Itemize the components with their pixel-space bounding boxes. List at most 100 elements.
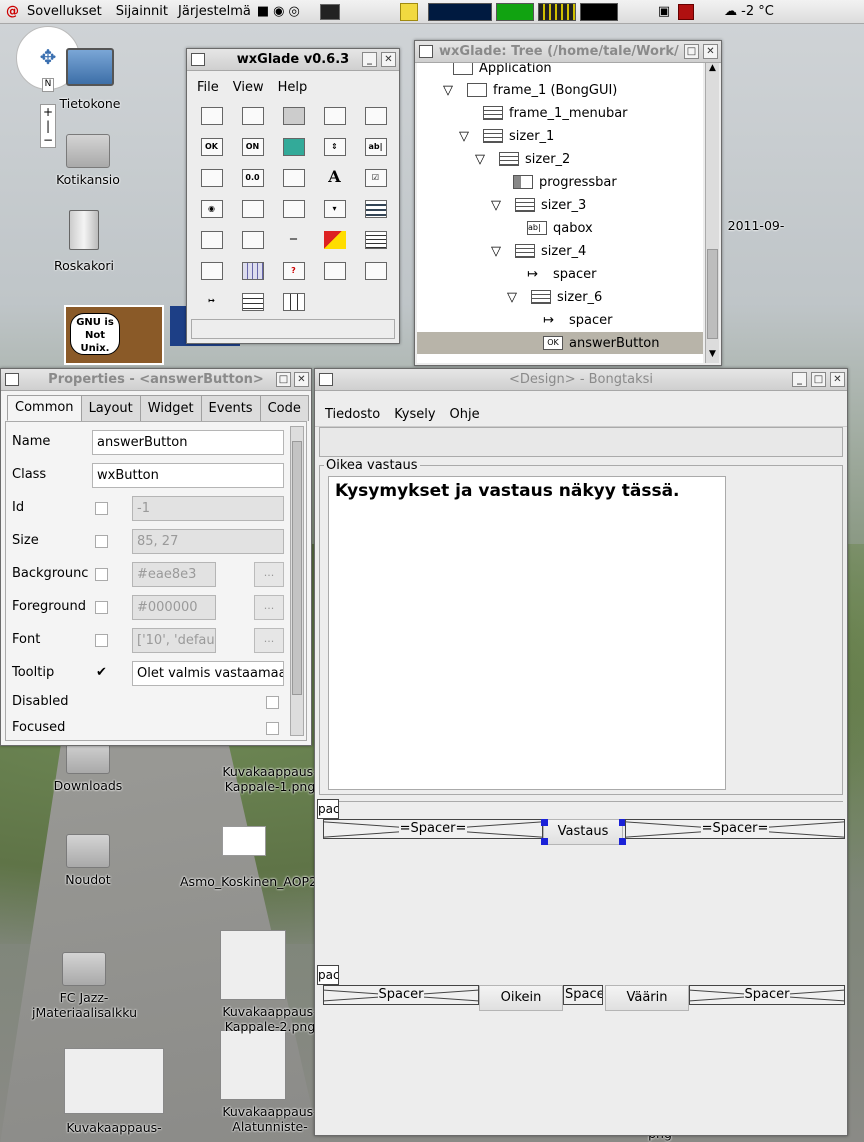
tab-common[interactable]: Common bbox=[7, 395, 82, 421]
tree-node-sizer-6[interactable]: ▽ sizer_6 bbox=[507, 286, 602, 308]
tree-node-sizer-4[interactable]: ▽ sizer_4 bbox=[491, 240, 586, 262]
thumbnail-screenshot-1[interactable] bbox=[220, 930, 286, 1000]
tree-scrollbar[interactable]: ▲ ▼ bbox=[705, 63, 719, 363]
disabled-checkbox[interactable] bbox=[266, 696, 279, 709]
add-treectrl-button[interactable] bbox=[200, 262, 223, 280]
spacer-right-1[interactable]: =Spacer= bbox=[625, 819, 845, 839]
network-icon[interactable]: ▣ bbox=[658, 4, 670, 19]
desktop-icon-home[interactable]: Kotikansio bbox=[38, 134, 138, 187]
menu-view[interactable]: View bbox=[233, 80, 264, 95]
selection-handle-bl[interactable] bbox=[541, 838, 548, 845]
tooltip-checkbox[interactable]: ✔ bbox=[95, 666, 108, 680]
menu-system[interactable]: Järjestelmä bbox=[178, 4, 251, 19]
selection-handle-tl[interactable] bbox=[541, 819, 548, 826]
terminal-icon[interactable] bbox=[319, 3, 340, 20]
design-titlebar[interactable]: <Design> - Bongtaksi _ □ ✕ bbox=[315, 369, 847, 391]
scroll-down-arrow-icon[interactable]: ▼ bbox=[706, 349, 719, 363]
add-textctrl-button[interactable]: ab| bbox=[364, 138, 387, 156]
desktop-file-kappale-2[interactable]: Kuvakaappaus-Kappale-2.png bbox=[218, 1004, 322, 1034]
desktop-file-kuvakaappaus[interactable]: Kuvakaappaus- bbox=[62, 1120, 166, 1135]
maximize-button[interactable]: □ bbox=[811, 372, 826, 387]
add-statusbar-button[interactable] bbox=[364, 262, 387, 280]
expand-arrow-icon[interactable]: ▽ bbox=[507, 290, 517, 305]
background-field[interactable]: #eae8e3 bbox=[132, 562, 216, 587]
tree-node-sizer-3[interactable]: ▽ sizer_3 bbox=[491, 194, 586, 216]
add-gauge-button[interactable]: 0.0 bbox=[241, 169, 264, 187]
add-spin-button[interactable]: ⇕ bbox=[323, 138, 346, 156]
add-bitmap-button[interactable] bbox=[282, 138, 305, 156]
expand-arrow-icon[interactable]: ▽ bbox=[459, 129, 469, 144]
focused-checkbox[interactable] bbox=[266, 722, 279, 735]
add-choicebox-button[interactable]: ▾ bbox=[323, 200, 346, 218]
id-checkbox[interactable] bbox=[95, 502, 108, 515]
thumbnail-screenshot-2[interactable] bbox=[220, 1030, 286, 1100]
background-checkbox[interactable] bbox=[95, 568, 108, 581]
tab-events[interactable]: Events bbox=[200, 395, 261, 421]
desktop-icon-trash[interactable]: Roskakori bbox=[34, 210, 134, 273]
tree-node-sizer-2[interactable]: ▽ sizer_2 bbox=[475, 148, 570, 170]
minimize-button[interactable]: _ bbox=[362, 52, 377, 67]
add-combobox-button[interactable] bbox=[282, 200, 305, 218]
add-grid-button[interactable] bbox=[241, 262, 264, 280]
add-slider-button[interactable] bbox=[282, 169, 305, 187]
tab-code[interactable]: Code bbox=[259, 395, 309, 421]
notes-icon[interactable] bbox=[399, 2, 418, 21]
tab-widget[interactable]: Widget bbox=[139, 395, 202, 421]
add-boxsizer-button[interactable] bbox=[241, 293, 264, 311]
foreground-checkbox[interactable] bbox=[95, 601, 108, 614]
minimize-button[interactable]: _ bbox=[792, 372, 807, 387]
desktop-file-2011[interactable]: 2011-09- bbox=[716, 218, 796, 233]
menu-file[interactable]: File bbox=[197, 80, 219, 95]
spacer-right-2[interactable]: Spacer bbox=[689, 985, 845, 1005]
close-button[interactable]: ✕ bbox=[830, 372, 845, 387]
tree-node-answer-button[interactable]: OK answerButton bbox=[417, 332, 703, 354]
power-icon[interactable] bbox=[678, 3, 695, 20]
add-radiobox-button[interactable] bbox=[241, 200, 264, 218]
spacer-left-1[interactable]: =Spacer= bbox=[323, 819, 543, 839]
desktop-icon-computer[interactable]: Tietokone bbox=[40, 48, 140, 111]
desktop-file-alatunniste[interactable]: Kuvakaappaus-Alatunniste- bbox=[218, 1104, 322, 1134]
expand-arrow-icon[interactable]: ▽ bbox=[491, 244, 501, 259]
add-listctrl-button[interactable] bbox=[364, 231, 387, 249]
tree-node-progressbar[interactable]: progressbar bbox=[513, 171, 617, 193]
close-button[interactable]: ✕ bbox=[381, 52, 396, 67]
palette-titlebar[interactable]: wxGlade v0.6.3 _ ✕ bbox=[187, 49, 399, 71]
tree-node-spacer-2[interactable]: ↦ spacer bbox=[543, 309, 612, 331]
add-toggle-button[interactable]: ON bbox=[241, 138, 264, 156]
menu-tiedosto[interactable]: Tiedosto bbox=[325, 407, 380, 422]
add-radiobutton-button[interactable]: ◉ bbox=[200, 200, 223, 218]
tree-node-application[interactable]: Application bbox=[453, 63, 552, 79]
add-choice-button[interactable] bbox=[200, 169, 223, 187]
add-frame-button[interactable] bbox=[200, 107, 223, 125]
add-listbox-button[interactable] bbox=[364, 200, 387, 218]
tree-node-frame[interactable]: ▽ frame_1 (BongGUI) bbox=[443, 79, 617, 101]
expand-arrow-icon[interactable]: ▽ bbox=[475, 152, 485, 167]
expand-arrow-icon[interactable]: ▽ bbox=[443, 83, 453, 98]
add-calendar-button[interactable] bbox=[200, 231, 223, 249]
vastaus-button[interactable]: Vastaus bbox=[543, 819, 623, 845]
id-field[interactable]: -1 bbox=[132, 496, 284, 521]
question-text-area[interactable]: Kysymykset ja vastaus näkyy tässä. bbox=[328, 476, 726, 790]
add-statictext-button[interactable]: A bbox=[324, 169, 346, 187]
desktop-icon-fc-jazz[interactable]: FC Jazz-jMateriaalisalkku bbox=[32, 952, 137, 1020]
foreground-picker-button[interactable]: ... bbox=[254, 595, 284, 620]
add-line-button[interactable]: — bbox=[283, 231, 305, 249]
class-field[interactable]: wxButton bbox=[92, 463, 284, 488]
maximize-button[interactable]: □ bbox=[684, 44, 699, 59]
add-datepicker-button[interactable] bbox=[241, 231, 264, 249]
selection-handle-br[interactable] bbox=[619, 838, 626, 845]
tree-node-spacer-1[interactable]: ↦ spacer bbox=[527, 263, 596, 285]
tooltip-field[interactable]: Olet valmis vastaamaa bbox=[132, 661, 284, 686]
weather-icon[interactable]: ☁ bbox=[724, 4, 737, 19]
add-button-button[interactable]: OK bbox=[200, 138, 223, 156]
vaarin-button[interactable]: Väärin bbox=[605, 985, 689, 1011]
desktop-icon-noudot[interactable]: Noudot bbox=[38, 834, 138, 887]
add-notebook-button[interactable] bbox=[364, 107, 387, 125]
foreground-field[interactable]: #000000 bbox=[132, 595, 216, 620]
font-picker-button[interactable]: ... bbox=[254, 628, 284, 653]
menu-ohje[interactable]: Ohje bbox=[450, 407, 480, 422]
background-picker-button[interactable]: ... bbox=[254, 562, 284, 587]
close-button[interactable]: ✕ bbox=[294, 372, 309, 387]
add-bitmap-static-button[interactable] bbox=[323, 231, 346, 249]
tree-titlebar[interactable]: wxGlade: Tree (/home/tale/Work/ □ ✕ bbox=[415, 41, 721, 63]
